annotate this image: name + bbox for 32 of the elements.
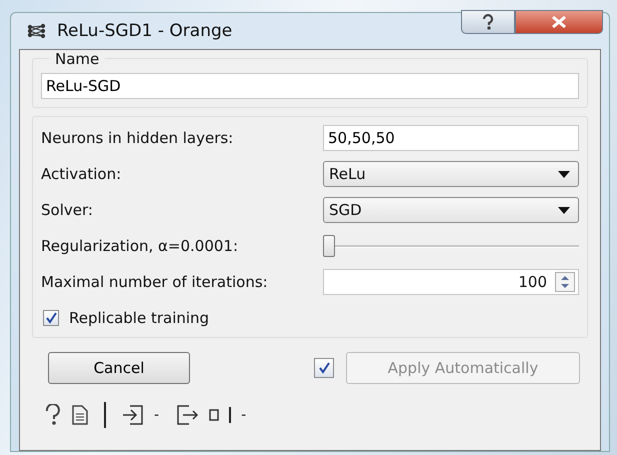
help-button[interactable] — [461, 10, 515, 34]
slider-thumb[interactable] — [323, 235, 335, 257]
output-summary: - — [241, 407, 246, 423]
document-icon[interactable] — [72, 405, 88, 425]
help-icon[interactable] — [44, 404, 62, 426]
question-icon — [481, 14, 495, 30]
input-summary: - — [154, 407, 160, 423]
parameter-label: Solver: — [41, 201, 93, 219]
dropdown[interactable]: ReLu — [323, 161, 579, 187]
checkbox-label: Replicable training — [69, 309, 210, 327]
parameter-label: Activation: — [41, 165, 122, 183]
parameter-label: Neurons in hidden layers: — [41, 129, 234, 147]
spin-arrows-icon — [555, 272, 575, 292]
parameter-label: Regularization, α=0.0001: — [41, 237, 238, 255]
window-title: ReLu-SGD1 - Orange — [57, 21, 232, 41]
dropdown[interactable]: SGD — [323, 197, 579, 223]
parameter-label: Maximal number of iterations: — [41, 273, 268, 291]
network-icon — [27, 23, 47, 39]
close-button[interactable] — [515, 10, 603, 34]
name-field[interactable]: ReLu-SGD — [41, 73, 579, 99]
caret-icon — [558, 206, 570, 214]
input-icon[interactable] — [122, 405, 144, 425]
checkbox[interactable] — [43, 310, 59, 326]
caret-icon — [558, 170, 570, 178]
check-icon — [44, 311, 58, 325]
cancel-button[interactable]: Cancel — [48, 352, 190, 384]
output-icon[interactable] — [177, 405, 200, 425]
square-icon — [209, 409, 220, 421]
check-icon — [317, 361, 331, 375]
neurons-field[interactable]: 50,50,50 — [323, 125, 579, 151]
close-icon — [551, 16, 567, 28]
iterations-spinbox[interactable]: 100 — [323, 269, 579, 295]
